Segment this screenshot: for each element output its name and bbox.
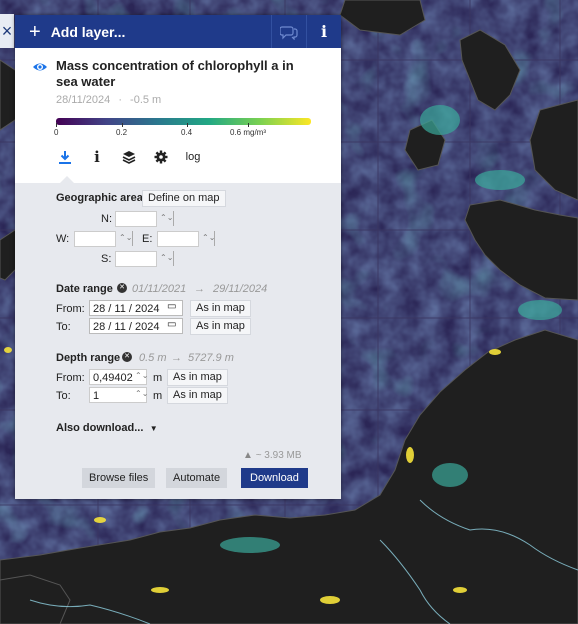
layer-title[interactable]: Mass concentration of chlorophyll a in s… [56,58,296,90]
add-layer-label: Add layer... [50,23,126,40]
depth-to-label: To: [56,390,71,402]
depth-range-heading: Depth range [56,352,121,364]
chat-bubbles-icon [280,25,298,40]
layer-depth: -0.5 m [130,94,162,106]
geo-heading: Geographic area [56,192,143,204]
depth-to-value: 1 [93,390,100,402]
download-button[interactable]: Download [241,468,308,488]
also-download-toggle[interactable]: Also download... ▼ [56,420,158,434]
depth-from-value: 0,49402 [93,372,133,384]
browse-files-button[interactable]: Browse files [82,468,156,488]
colorbar-ticks: 0 0.2 0.4 0.6 mg/m³ [54,123,316,139]
add-layer-button[interactable]: + Add layer... [15,22,271,42]
west-input[interactable] [74,231,116,247]
log-tab-label: log [185,151,201,163]
eye-visibility-icon[interactable] [32,59,48,75]
date-to-as-in-map-button[interactable]: As in map [190,318,251,335]
west-label: W: [56,233,70,245]
plus-icon: + [29,20,41,43]
clear-depth-icon[interactable]: ✕ [122,352,132,362]
depth-from-label: From: [56,372,85,384]
depth-range-start: 0.5 m [139,352,167,364]
depth-to-spinner[interactable]: ⌃⌄ [135,389,148,398]
info-button[interactable]: i [306,15,341,48]
colorbar [56,118,311,125]
download-section: Geographic area Define on map N: ⌃⌄ W: ⌃… [15,183,341,499]
west-spinner[interactable]: ⌃⌄ [119,233,132,242]
automate-button[interactable]: Automate [166,468,228,488]
date-from-label: From: [56,303,85,315]
depth-range-end: 5727.9 m [188,352,234,364]
south-spinner[interactable]: ⌃⌄ [160,253,173,262]
east-label: E: [142,233,153,245]
layer-subtitle: 28/11/2024 · -0.5 m [15,94,341,106]
weight-icon: ▲ [243,450,253,461]
caret-down-icon: ▼ [149,424,158,433]
calendar-icon[interactable]: ▭ [167,319,176,330]
layer-date: 28/11/2024 [56,94,111,106]
tab-log[interactable]: log [183,147,203,167]
calendar-icon[interactable]: ▭ [167,301,176,312]
divider [214,231,215,246]
date-to-value: 28 / 11 / 2024 [93,321,160,333]
subtitle-separator: · [118,94,122,106]
layer-item: Mass concentration of chlorophyll a in s… [15,48,341,171]
info-icon: i [320,22,328,41]
depth-from-as-in-map-button[interactable]: As in map [167,369,228,386]
tab-download[interactable] [55,147,75,167]
colorbar-tick: 0.6 mg/m³ [230,123,267,137]
date-from-as-in-map-button[interactable]: As in map [190,300,251,317]
south-label: S: [101,253,112,265]
date-range-start: 01/11/2021 [132,283,187,295]
colorbar-tick: 0 [54,123,59,137]
divider [173,251,174,266]
download-icon [59,151,71,164]
define-on-map-button[interactable]: Define on map [142,190,226,207]
download-size: ▲ ~ 3.93 MB [243,450,302,461]
depth-from-spinner[interactable]: ⌃⌄ [135,371,148,380]
gear-icon [154,150,168,164]
info-tab-icon: i [94,148,100,166]
close-panel-button[interactable]: × [0,14,14,48]
tab-caret [60,176,74,183]
arrow-icon: → [171,352,182,364]
east-input[interactable] [157,231,199,247]
depth-to-as-in-map-button[interactable]: As in map [167,387,228,404]
depth-from-unit: m [153,372,163,384]
arrow-icon: → [194,283,205,295]
colorbar-tick: 0.4 [181,123,193,137]
north-input[interactable] [115,211,157,227]
also-download-label: Also download... [56,422,144,434]
date-from-value: 28 / 11 / 2024 [93,303,160,315]
date-range-heading: Date range [56,283,113,295]
south-input[interactable] [115,251,157,267]
north-spinner[interactable]: ⌃⌄ [160,213,173,222]
date-range-end: 29/11/2024 [213,283,268,295]
divider [173,211,174,226]
clear-date-icon[interactable]: ✕ [117,283,127,293]
tab-layers[interactable] [119,147,139,167]
layer-panel: + Add layer... i Mass concentration of c… [15,15,341,499]
tab-info[interactable]: i [87,147,107,167]
date-to-label: To: [56,321,71,333]
layers-icon [122,151,136,164]
north-label: N: [101,213,112,225]
colorbar-tick: 0.2 [116,123,128,137]
download-size-value: ~ 3.93 MB [255,450,302,461]
tab-settings[interactable] [151,147,171,167]
depth-to-unit: m [153,390,163,402]
comments-button[interactable] [271,15,306,48]
panel-topbar: + Add layer... i [15,15,341,48]
layer-tabs: i log [15,143,341,171]
divider [132,231,133,246]
